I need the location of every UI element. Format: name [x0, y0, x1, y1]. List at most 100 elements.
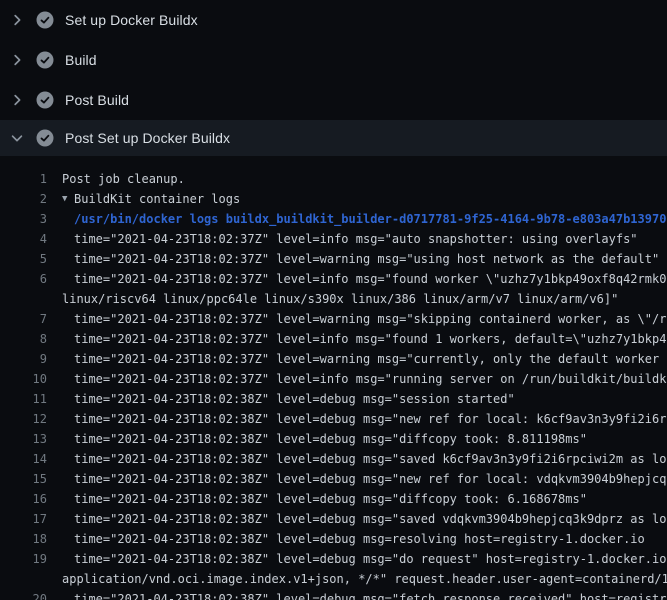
step-label: Post Set up Docker Buildx [65, 130, 230, 146]
step-label: Post Build [65, 92, 129, 108]
log-line-number[interactable]: 17 [0, 509, 47, 529]
log-line-number[interactable]: 13 [0, 429, 47, 449]
log-line-content: time="2021-04-23T18:02:37Z" level=info m… [47, 229, 667, 249]
log-line: 5 time="2021-04-23T18:02:37Z" level=warni… [0, 249, 667, 269]
log-line: 13 time="2021-04-23T18:02:38Z" level=debu… [0, 429, 667, 449]
log-line-text: time="2021-04-23T18:02:37Z" level=info m… [74, 272, 667, 286]
log-line-number[interactable]: 11 [0, 389, 47, 409]
log-line: 1Post job cleanup. [0, 169, 667, 189]
log-line-text: time="2021-04-23T18:02:37Z" level=info m… [74, 332, 667, 346]
log-line-content: time="2021-04-23T18:02:37Z" level=warnin… [47, 349, 667, 369]
log-line-number [0, 569, 47, 589]
log-line: 7 time="2021-04-23T18:02:37Z" level=warni… [0, 309, 667, 329]
log-line-number[interactable]: 7 [0, 309, 47, 329]
log-line: 17 time="2021-04-23T18:02:38Z" level=debu… [0, 509, 667, 529]
log-area: 1Post job cleanup.2▼BuildKit container l… [0, 156, 667, 600]
log-line-content: time="2021-04-23T18:02:38Z" level=debug … [47, 489, 667, 509]
check-circle-icon [36, 129, 54, 147]
log-line-content[interactable]: ▼BuildKit container logs [47, 189, 667, 209]
log-line-text: time="2021-04-23T18:02:37Z" level=warnin… [74, 312, 667, 326]
log-line-content: time="2021-04-23T18:02:38Z" level=debug … [47, 509, 667, 529]
group-collapse-icon[interactable]: ▼ [62, 189, 74, 209]
log-line-content: application/vnd.oci.image.index.v1+json,… [47, 569, 667, 589]
log-line-text: time="2021-04-23T18:02:38Z" level=debug … [74, 452, 667, 466]
log-line-content: time="2021-04-23T18:02:37Z" level=info m… [47, 269, 667, 289]
log-line-number[interactable]: 14 [0, 449, 47, 469]
log-line-text: time="2021-04-23T18:02:38Z" level=debug … [74, 532, 645, 546]
step-row-build[interactable]: Build [0, 40, 667, 80]
log-line-content: time="2021-04-23T18:02:38Z" level=debug … [47, 549, 667, 569]
check-circle-icon [36, 91, 54, 109]
log-line-text: time="2021-04-23T18:02:38Z" level=debug … [74, 592, 667, 600]
check-circle-icon [36, 51, 54, 69]
log-line-text: time="2021-04-23T18:02:38Z" level=debug … [74, 412, 667, 426]
log-line-text: time="2021-04-23T18:02:38Z" level=debug … [74, 492, 587, 506]
log-line: 14 time="2021-04-23T18:02:38Z" level=debu… [0, 449, 667, 469]
log-line: 10 time="2021-04-23T18:02:37Z" level=info… [0, 369, 667, 389]
log-line-content: time="2021-04-23T18:02:38Z" level=debug … [47, 389, 667, 409]
log-line-text: time="2021-04-23T18:02:38Z" level=debug … [74, 432, 587, 446]
log-line-content: time="2021-04-23T18:02:37Z" level=info m… [47, 369, 667, 389]
step-row-post-set-up-docker-buildx[interactable]: Post Set up Docker Buildx [0, 120, 667, 156]
log-line-number[interactable]: 9 [0, 349, 47, 369]
log-line: 2▼BuildKit container logs [0, 189, 667, 209]
log-line-text: application/vnd.oci.image.index.v1+json,… [62, 572, 667, 586]
log-line-text: linux/riscv64 linux/ppc64le linux/s390x … [62, 292, 618, 306]
log-line-text: time="2021-04-23T18:02:38Z" level=debug … [74, 552, 667, 566]
chevron-right-icon [9, 52, 25, 68]
log-line-content: /usr/bin/docker logs buildx_buildkit_bui… [47, 209, 667, 229]
log-line-number[interactable]: 8 [0, 329, 47, 349]
log-line-text: time="2021-04-23T18:02:37Z" level=info m… [74, 232, 638, 246]
chevron-right-icon [9, 12, 25, 28]
log-line-text: time="2021-04-23T18:02:37Z" level=info m… [74, 372, 667, 386]
log-line-number[interactable]: 1 [0, 169, 47, 189]
log-line-content: time="2021-04-23T18:02:37Z" level=warnin… [47, 249, 667, 269]
log-line: linux/riscv64 linux/ppc64le linux/s390x … [0, 289, 667, 309]
log-line-number[interactable]: 16 [0, 489, 47, 509]
log-line-number[interactable]: 20 [0, 589, 47, 600]
log-line-number[interactable]: 10 [0, 369, 47, 389]
log-line: 16 time="2021-04-23T18:02:38Z" level=debu… [0, 489, 667, 509]
log-line-number[interactable]: 2 [0, 189, 47, 209]
log-line: 11 time="2021-04-23T18:02:38Z" level=debu… [0, 389, 667, 409]
log-line-content: linux/riscv64 linux/ppc64le linux/s390x … [47, 289, 667, 309]
steps-list: Set up Docker Buildx Build Post Build Post … [0, 0, 667, 156]
log-line: 4 time="2021-04-23T18:02:37Z" level=info … [0, 229, 667, 249]
log-line: 15 time="2021-04-23T18:02:38Z" level=debu… [0, 469, 667, 489]
log-line-content: time="2021-04-23T18:02:38Z" level=debug … [47, 589, 667, 600]
step-label: Set up Docker Buildx [65, 12, 198, 28]
log-line-number[interactable]: 5 [0, 249, 47, 269]
log-line-text: BuildKit container logs [74, 192, 240, 206]
log-line-content: time="2021-04-23T18:02:38Z" level=debug … [47, 429, 667, 449]
log-line-number[interactable]: 18 [0, 529, 47, 549]
log-line-number[interactable]: 19 [0, 549, 47, 569]
actions-log-viewer: Set up Docker Buildx Build Post Build Post … [0, 0, 667, 600]
log-line-text: time="2021-04-23T18:02:38Z" level=debug … [74, 472, 667, 486]
log-line-text: time="2021-04-23T18:02:38Z" level=debug … [74, 512, 667, 526]
log-line-content: time="2021-04-23T18:02:37Z" level=warnin… [47, 309, 667, 329]
log-line-content: Post job cleanup. [47, 169, 667, 189]
log-line: 20 time="2021-04-23T18:02:38Z" level=debu… [0, 589, 667, 600]
log-line: 6 time="2021-04-23T18:02:37Z" level=info … [0, 269, 667, 289]
log-line-number[interactable]: 12 [0, 409, 47, 429]
log-line-number[interactable]: 6 [0, 269, 47, 289]
log-line: 18 time="2021-04-23T18:02:38Z" level=debu… [0, 529, 667, 549]
chevron-right-icon [9, 92, 25, 108]
log-line-text: time="2021-04-23T18:02:37Z" level=warnin… [74, 252, 659, 266]
log-line: 9 time="2021-04-23T18:02:37Z" level=warni… [0, 349, 667, 369]
step-row-set-up-docker-buildx[interactable]: Set up Docker Buildx [0, 0, 667, 40]
log-line-content: time="2021-04-23T18:02:38Z" level=debug … [47, 449, 667, 469]
log-line: application/vnd.oci.image.index.v1+json,… [0, 569, 667, 589]
step-row-post-build[interactable]: Post Build [0, 80, 667, 120]
log-line-content: time="2021-04-23T18:02:38Z" level=debug … [47, 409, 667, 429]
log-line-number[interactable]: 15 [0, 469, 47, 489]
log-line-number [0, 289, 47, 309]
log-line: 19 time="2021-04-23T18:02:38Z" level=debu… [0, 549, 667, 569]
log-line-text: time="2021-04-23T18:02:37Z" level=warnin… [74, 352, 667, 366]
step-label: Build [65, 52, 97, 68]
log-line-number[interactable]: 3 [0, 209, 47, 229]
log-line: 8 time="2021-04-23T18:02:37Z" level=info … [0, 329, 667, 349]
log-line-text: time="2021-04-23T18:02:38Z" level=debug … [74, 392, 515, 406]
log-line-number[interactable]: 4 [0, 229, 47, 249]
check-circle-icon [36, 11, 54, 29]
